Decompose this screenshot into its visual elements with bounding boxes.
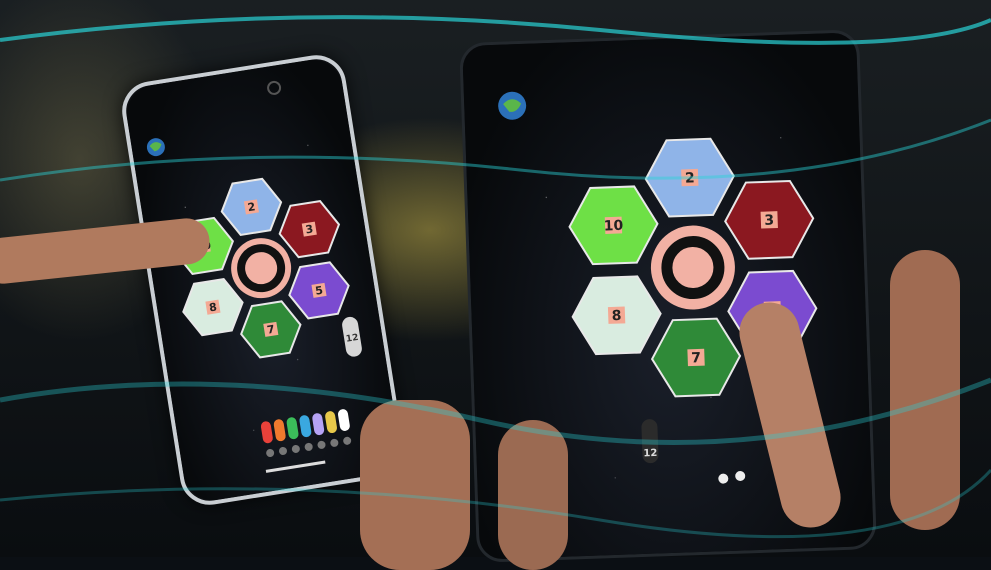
photo-scene: 2357810 12 2357810 12 — [0, 0, 991, 570]
glow-streaks — [0, 15, 991, 539]
